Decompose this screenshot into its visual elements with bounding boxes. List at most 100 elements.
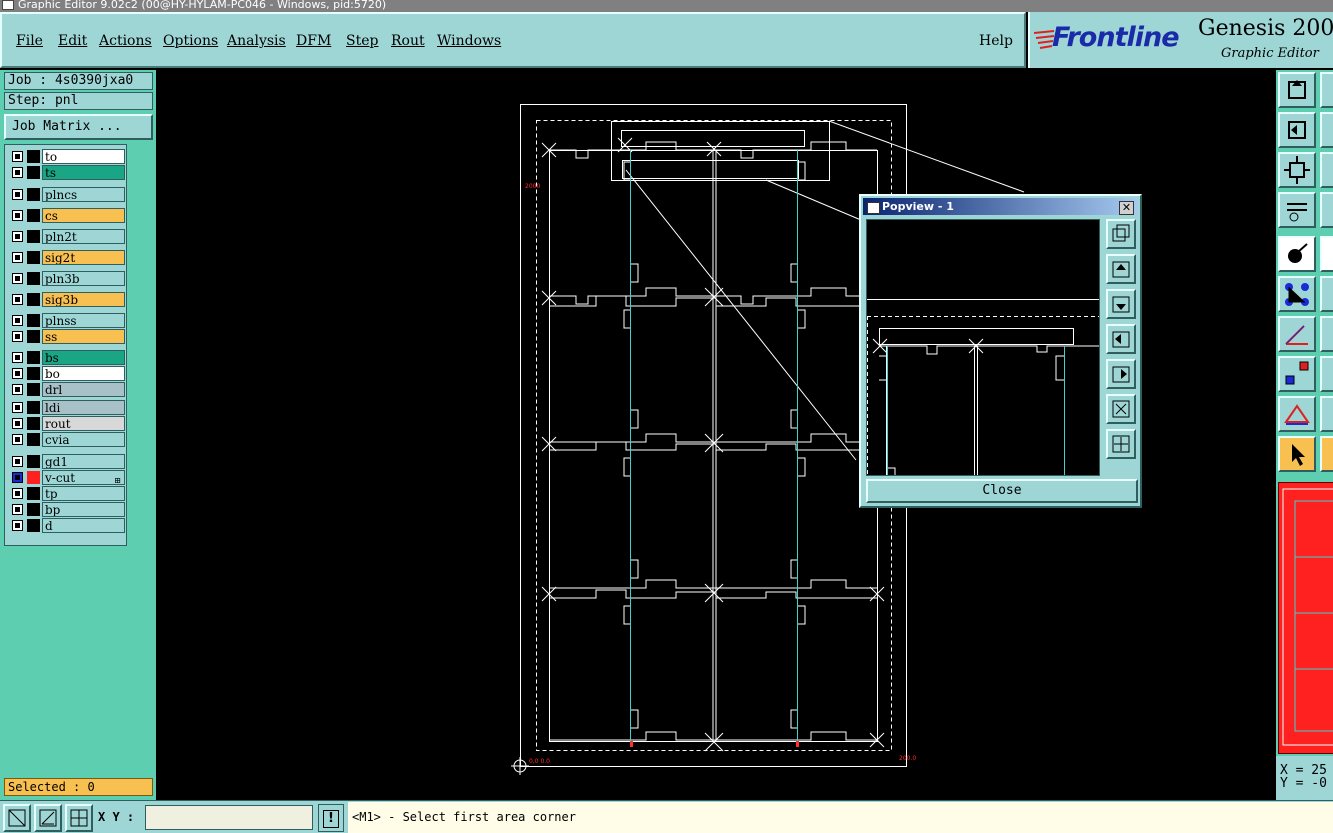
menu-analysis[interactable]: Analysis: [227, 33, 286, 49]
layer-checkbox[interactable]: [12, 189, 23, 200]
layer-name[interactable]: ts: [42, 165, 125, 180]
menu-dfm[interactable]: DFM: [296, 33, 331, 49]
view-tools-button[interactable]: [1278, 192, 1316, 228]
layer-row-ts[interactable]: ts: [7, 165, 126, 180]
popview-zoom-fit-button[interactable]: [1106, 219, 1136, 249]
draw-extra-button[interactable]: [1320, 236, 1333, 272]
layer-row-pln3b[interactable]: pln3b: [7, 271, 126, 286]
layer-checkbox[interactable]: [12, 210, 23, 221]
view-extra-button-2[interactable]: [1320, 112, 1333, 148]
layer-checkbox[interactable]: [12, 294, 23, 305]
menu-edit[interactable]: Edit: [58, 33, 87, 49]
layer-row-drl[interactable]: drl: [7, 382, 126, 397]
layer-name[interactable]: pln2t: [42, 229, 125, 244]
layer-checkbox[interactable]: [12, 434, 23, 445]
grid-mode-button[interactable]: [65, 804, 93, 832]
layer-checkbox[interactable]: [12, 231, 23, 242]
layer-checkbox[interactable]: [12, 520, 23, 531]
measure-mode-button[interactable]: [34, 804, 62, 832]
layer-row-sig2t[interactable]: sig2t: [7, 250, 126, 265]
alert-button[interactable]: !: [318, 804, 344, 832]
measure-extra-button[interactable]: [1320, 356, 1333, 392]
layer-name[interactable]: ss: [42, 329, 125, 344]
layer-row-ldi[interactable]: ldi: [7, 400, 126, 415]
layer-row-d[interactable]: d: [7, 518, 126, 533]
layer-checkbox[interactable]: [12, 151, 23, 162]
layer-name[interactable]: plnss: [42, 313, 125, 328]
layer-name[interactable]: gd1: [42, 454, 125, 469]
layer-name[interactable]: cvia: [42, 432, 125, 447]
layer-row-pln2t[interactable]: pln2t: [7, 229, 126, 244]
layer-name[interactable]: d: [42, 518, 125, 533]
layer-row-bp[interactable]: bp: [7, 502, 126, 517]
layer-name[interactable]: rout: [42, 416, 125, 431]
layer-checkbox[interactable]: [12, 402, 23, 413]
popview-zoom-in-button[interactable]: [1106, 394, 1136, 424]
popview-pan-up-button[interactable]: [1106, 254, 1136, 284]
popview-zoom-out-button[interactable]: [1106, 429, 1136, 459]
layer-name[interactable]: ldi: [42, 400, 125, 415]
layer-name[interactable]: bs: [42, 350, 125, 365]
layer-row-sig3b[interactable]: sig3b: [7, 292, 126, 307]
menu-windows[interactable]: Windows: [437, 33, 501, 49]
layer-row-v-cut[interactable]: v-cut ⊞: [7, 470, 126, 485]
popview-close-icon[interactable]: ✕: [1119, 201, 1134, 215]
layer-row-cs[interactable]: cs: [7, 208, 126, 223]
view-extra-button-3[interactable]: [1320, 152, 1333, 188]
line-extra-button[interactable]: [1320, 316, 1333, 352]
view-extra-button-4[interactable]: [1320, 192, 1333, 228]
layer-row-bs[interactable]: bs: [7, 350, 126, 365]
job-matrix-button[interactable]: Job Matrix ...: [4, 114, 153, 140]
layer-checkbox[interactable]: [12, 273, 23, 284]
layer-name[interactable]: tp: [42, 486, 125, 501]
layer-name[interactable]: to: [42, 149, 125, 164]
layer-checkbox[interactable]: [12, 418, 23, 429]
layer-checkbox[interactable]: [12, 315, 23, 326]
layer-row-bo[interactable]: bo: [7, 366, 126, 381]
layer-name[interactable]: pln3b: [42, 271, 125, 286]
popview-pan-down-button[interactable]: [1106, 289, 1136, 319]
shape-extra-button[interactable]: [1320, 396, 1333, 432]
menu-file[interactable]: File: [16, 33, 43, 49]
layer-row-plnss[interactable]: plnss: [7, 313, 126, 328]
layer-checkbox[interactable]: [12, 167, 23, 178]
menu-actions[interactable]: Actions: [99, 33, 152, 49]
layer-name[interactable]: sig2t: [42, 250, 125, 265]
layer-checkbox[interactable]: [12, 384, 23, 395]
layer-checkbox[interactable]: [12, 252, 23, 263]
view-home-button[interactable]: [1278, 72, 1316, 108]
select-pointer-button[interactable]: [1278, 436, 1316, 472]
angle-button[interactable]: [1278, 316, 1316, 352]
popview-pan-left-button[interactable]: [1106, 324, 1136, 354]
popview-close-button[interactable]: Close: [866, 479, 1138, 503]
delete-extra-button[interactable]: [1320, 276, 1333, 312]
connect-button[interactable]: [1278, 276, 1316, 312]
menu-options[interactable]: Options: [163, 33, 218, 49]
xy-input[interactable]: [145, 805, 313, 830]
menu-rout[interactable]: Rout: [391, 33, 425, 49]
layer-checkbox[interactable]: [12, 472, 23, 483]
view-extra-button-1[interactable]: [1320, 72, 1333, 108]
popview-viewport[interactable]: [866, 219, 1100, 476]
points-button[interactable]: [1278, 356, 1316, 392]
layer-row-tp[interactable]: tp: [7, 486, 126, 501]
layer-name[interactable]: sig3b: [42, 292, 125, 307]
layer-checkbox[interactable]: [12, 331, 23, 342]
layer-row-cvia[interactable]: cvia: [7, 432, 126, 447]
layer-checkbox[interactable]: [12, 504, 23, 515]
layer-checkbox[interactable]: [12, 368, 23, 379]
layer-checkbox[interactable]: [12, 488, 23, 499]
layer-name[interactable]: bp: [42, 502, 125, 517]
view-fit-button[interactable]: [1278, 152, 1316, 188]
layer-name[interactable]: cs: [42, 208, 125, 223]
layer-name[interactable]: v-cut ⊞: [42, 470, 125, 485]
popview-pan-right-button[interactable]: [1106, 359, 1136, 389]
layer-name[interactable]: plncs: [42, 187, 125, 202]
view-left-button[interactable]: [1278, 112, 1316, 148]
layer-row-to[interactable]: to: [7, 149, 126, 164]
snap-mode-button[interactable]: [3, 804, 31, 832]
triangle-button[interactable]: [1278, 396, 1316, 432]
overview-minimap[interactable]: [1278, 482, 1333, 754]
layer-row-rout[interactable]: rout: [7, 416, 126, 431]
layer-name[interactable]: drl: [42, 382, 125, 397]
